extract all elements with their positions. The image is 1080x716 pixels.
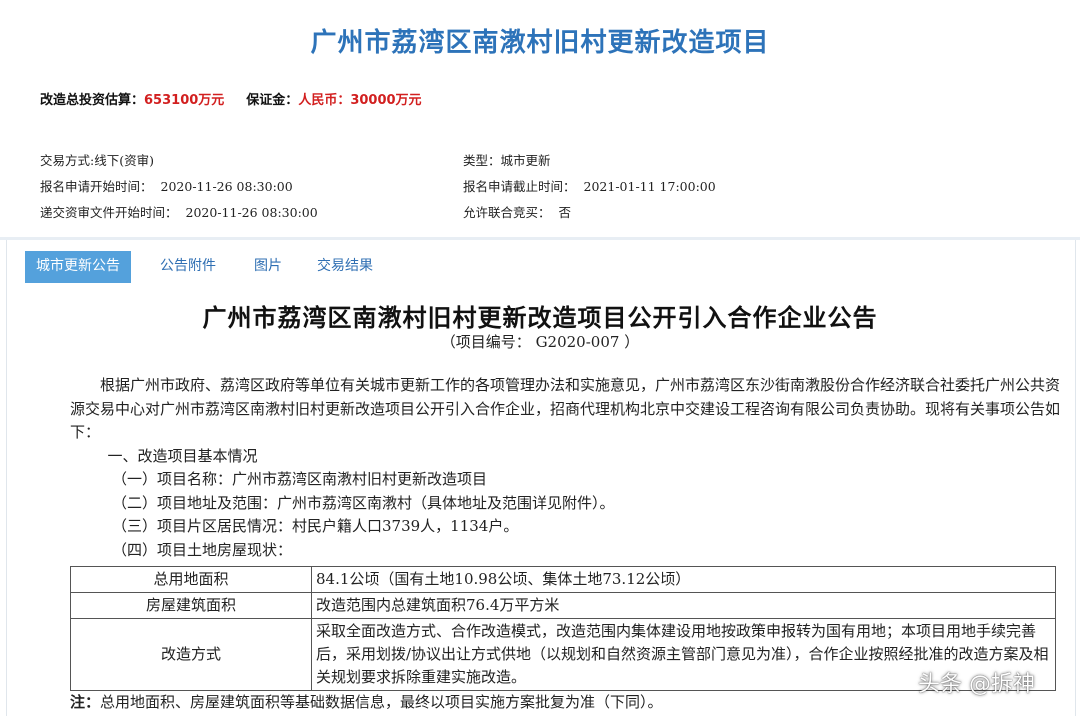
table-value: 改造范围内总建筑面积76.4万平方米 <box>311 592 1056 619</box>
table-row: 房屋建筑面积 改造范围内总建筑面积76.4万平方米 <box>70 592 1056 619</box>
type-value: 城市更新 <box>500 153 551 168</box>
item-project-address: （二）项目地址及范围：广州市荔湾区南漖村（具体地址及范围详见附件）。 <box>112 493 615 512</box>
apply-end-row: 报名申请截止时间： 2021-01-11 17:00:00 <box>463 176 716 195</box>
table-key: 总用地面积 <box>70 566 312 593</box>
summary-line: 改造总投资估算：653100万元 保证金：人民币：30000万元 <box>40 89 422 108</box>
section-heading: 一、改造项目基本情况 <box>107 446 258 465</box>
apply-start-row: 报名申请开始时间： 2020-11-26 08:30:00 <box>40 176 293 195</box>
tab-notice-attachments[interactable]: 公告附件 <box>160 251 216 283</box>
table-row: 总用地面积 84.1公顷（国有土地10.98公顷、集体土地73.12公顷） <box>70 566 1056 593</box>
submit-start-row: 递交资审文件开始时间： 2020-11-26 08:30:00 <box>40 202 318 221</box>
item-residents: （三）项目片区居民情况：村民户籍人口3739人，1134户。 <box>112 517 519 535</box>
intro-paragraph: 根据广州市政府、荔湾区政府等单位有关城市更新工作的各项管理办法和实施意见，广州市… <box>70 376 1061 441</box>
joint-bid-row: 允许联合竞买： 否 <box>463 202 571 221</box>
table-key: 房屋建筑面积 <box>70 592 312 619</box>
apply-start-label: 报名申请开始时间： <box>40 179 153 194</box>
watermark: 头条 @拆神 <box>918 672 1035 697</box>
type-label: 类型： <box>463 153 501 168</box>
apply-end-value: 2021-01-11 17:00:00 <box>583 179 716 194</box>
table-value: 84.1公顷（国有土地10.98公顷、集体土地73.12公顷） <box>311 566 1056 593</box>
investment-value: 653100万元 <box>144 93 225 108</box>
announcement-title: 广州市荔湾区南漖村旧村更新改造项目公开引入合作企业公告 <box>202 304 878 332</box>
project-number: （项目编号： G2020-007 ） <box>440 333 640 351</box>
joint-bid-value: 否 <box>558 205 572 220</box>
submit-start-label: 递交资审文件开始时间： <box>40 205 178 220</box>
apply-end-label: 报名申请截止时间： <box>463 179 576 194</box>
deposit-value: 人民币：30000万元 <box>298 93 422 108</box>
trade-method: 交易方式:线下(资审) <box>40 153 154 168</box>
tab-trade-results[interactable]: 交易结果 <box>317 251 373 283</box>
apply-start-value: 2020-11-26 08:30:00 <box>160 179 293 194</box>
announcement-body: 根据广州市政府、荔湾区政府等单位有关城市更新工作的各项管理办法和实施意见，广州市… <box>70 374 1060 562</box>
tab-images[interactable]: 图片 <box>254 251 282 283</box>
investment-label: 改造总投资估算： <box>40 93 145 108</box>
item-land-status: （四）项目土地房屋现状： <box>112 540 293 559</box>
joint-bid-label: 允许联合竞买： <box>463 205 551 220</box>
item-project-name: （一）项目名称：广州市荔湾区南漖村旧村更新改造项目 <box>112 470 488 488</box>
footnote-text: 总用地面积、房屋建筑面积等基础数据信息，最终以项目实施方案批复为准（下同）。 <box>100 693 663 711</box>
submit-start-value: 2020-11-26 08:30:00 <box>185 205 318 220</box>
deposit-label: 保证金： <box>246 93 299 108</box>
footnote: 注：总用地面积、房屋建筑面积等基础数据信息，最终以项目实施方案批复为准（下同）。 <box>70 691 663 712</box>
table-row: 改造方式 采取全面改造方式、合作改造模式，改造范围内集体建设用地按政策申报转为国… <box>70 618 1056 691</box>
table-key: 改造方式 <box>70 618 312 691</box>
land-status-table: 总用地面积 84.1公顷（国有土地10.98公顷、集体土地73.12公顷） 房屋… <box>70 566 1056 691</box>
footnote-label: 注： <box>70 693 101 711</box>
type-row: 类型：城市更新 <box>463 150 551 169</box>
tab-urban-renewal-notice[interactable]: 城市更新公告 <box>25 251 131 283</box>
project-title: 广州市荔湾区南漖村旧村更新改造项目 <box>310 28 770 58</box>
